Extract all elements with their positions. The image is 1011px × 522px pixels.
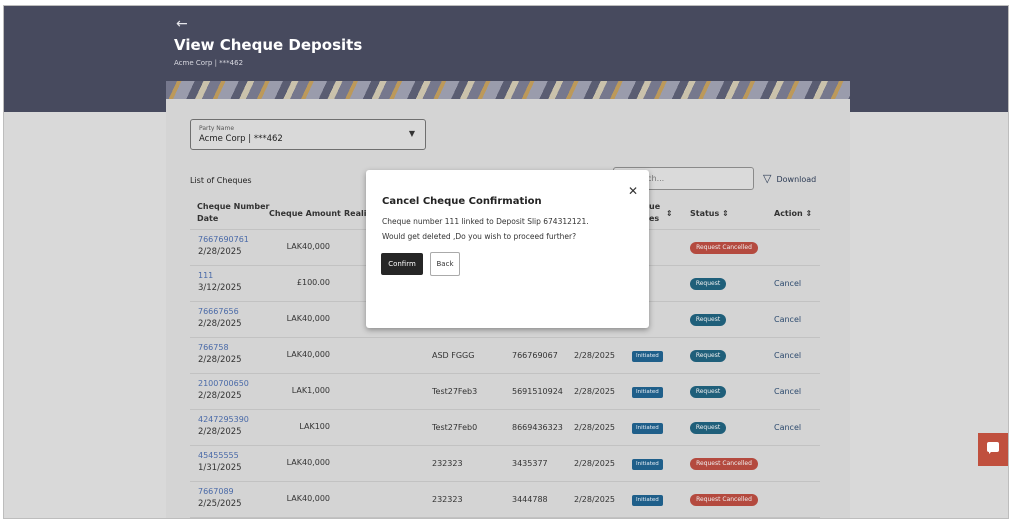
cancel-link[interactable]: Cancel bbox=[774, 315, 801, 324]
list-title: List of Cheques bbox=[190, 176, 252, 185]
deposit-number: 8669436323 bbox=[512, 423, 563, 432]
cheque-amount: LAK40,000 bbox=[286, 494, 330, 503]
column-cheque-number-line1: Cheque Number bbox=[197, 202, 270, 211]
cancel-confirmation-modal: Cancel Cheque Confirmation ✕ Cheque numb… bbox=[366, 170, 649, 328]
column-action-label: Action bbox=[774, 209, 803, 218]
deposit-number: 3435377 bbox=[512, 459, 548, 468]
modal-title: Cancel Cheque Confirmation bbox=[382, 196, 542, 207]
cheque-number-link[interactable]: 7667089 bbox=[198, 487, 234, 496]
sort-icon: ⇕ bbox=[805, 209, 813, 218]
party-name-select[interactable]: Party Name Acme Corp | ***462 ▼ bbox=[190, 119, 426, 150]
column-status[interactable]: Status ⇕ bbox=[690, 209, 729, 218]
chat-icon bbox=[987, 442, 999, 454]
close-icon[interactable]: ✕ bbox=[628, 184, 638, 198]
row-divider bbox=[190, 409, 820, 410]
deposit-slip-ref: 232323 bbox=[432, 459, 463, 468]
deposit-date: 2/28/2025 bbox=[574, 459, 616, 468]
deposit-date: 2/28/2025 bbox=[574, 387, 616, 396]
chevron-down-icon: ▼ bbox=[408, 129, 415, 138]
column-status-label: Status bbox=[690, 209, 720, 218]
row-divider bbox=[190, 445, 820, 446]
column-type-line1: ue bbox=[649, 202, 661, 211]
modal-message-line1: Cheque number 111 linked to Deposit Slip… bbox=[382, 217, 589, 226]
cheque-number-link[interactable]: 766758 bbox=[198, 343, 229, 352]
deposit-date: 2/28/2025 bbox=[574, 351, 616, 360]
column-action[interactable]: Action ⇕ bbox=[774, 209, 812, 218]
cheque-number-link[interactable]: 76667656 bbox=[198, 307, 239, 316]
cancel-link[interactable]: Cancel bbox=[774, 423, 801, 432]
cheque-amount: LAK40,000 bbox=[286, 242, 330, 251]
cheque-date: 2/28/2025 bbox=[198, 427, 242, 437]
filter-icon: ▽ bbox=[763, 172, 772, 185]
cheque-date: 3/12/2025 bbox=[198, 283, 242, 293]
cancel-link[interactable]: Cancel bbox=[774, 279, 801, 288]
status-badge: Request bbox=[690, 422, 726, 434]
deposit-slip-ref: ASD FGGG bbox=[432, 351, 475, 360]
modal-message-line2: Would get deleted ,Do you wish to procee… bbox=[382, 232, 577, 241]
cancel-link[interactable]: Cancel bbox=[774, 351, 801, 360]
party-name-value: Acme Corp | ***462 bbox=[199, 134, 283, 144]
cheque-date: 2/25/2025 bbox=[198, 499, 242, 509]
column-type-fragment[interactable]: ue es bbox=[649, 202, 660, 223]
row-divider bbox=[190, 481, 820, 482]
cheque-number-link[interactable]: 7667690761 bbox=[198, 235, 249, 244]
cheque-date: 1/31/2025 bbox=[198, 463, 242, 473]
chat-button[interactable] bbox=[978, 433, 1008, 466]
initiated-badge: Initiated bbox=[632, 351, 663, 362]
status-badge: Request Cancelled bbox=[690, 494, 758, 506]
deposit-number: 3444788 bbox=[512, 495, 548, 504]
sort-icon[interactable]: ⇕ bbox=[666, 209, 673, 218]
cheque-amount: LAK40,000 bbox=[286, 458, 330, 467]
deposit-number: 5691510924 bbox=[512, 387, 563, 396]
row-divider bbox=[190, 337, 820, 338]
cheque-number-link[interactable]: 45455555 bbox=[198, 451, 239, 460]
column-cheque-amount[interactable]: Cheque Amount bbox=[269, 209, 341, 218]
deposit-slip-ref: 232323 bbox=[432, 495, 463, 504]
status-badge: Request bbox=[690, 278, 726, 290]
cheque-number-link[interactable]: 111 bbox=[198, 271, 213, 280]
deposit-number: 766769067 bbox=[512, 351, 558, 360]
sort-icon: ⇕ bbox=[722, 209, 729, 218]
status-badge: Request bbox=[690, 314, 726, 326]
download-button[interactable]: ▽ Download bbox=[763, 172, 816, 185]
column-type-line2: es bbox=[649, 214, 660, 223]
initiated-badge: Initiated bbox=[632, 459, 663, 470]
cancel-link[interactable]: Cancel bbox=[774, 387, 801, 396]
app-frame: ← View Cheque Deposits Acme Corp | ***46… bbox=[3, 5, 1009, 519]
initiated-badge: Initiated bbox=[632, 423, 663, 434]
arrow-left-icon[interactable]: ← bbox=[176, 16, 188, 32]
party-subtitle: Acme Corp | ***462 bbox=[174, 59, 244, 67]
initiated-badge: Initiated bbox=[632, 495, 663, 506]
deposit-date: 2/28/2025 bbox=[574, 423, 616, 432]
cheque-date: 2/28/2025 bbox=[198, 247, 242, 257]
confirm-button[interactable]: Confirm bbox=[381, 253, 423, 275]
cheque-amount: LAK40,000 bbox=[286, 314, 330, 323]
column-cheque-number-line2: Date bbox=[197, 214, 219, 223]
status-badge: Request Cancelled bbox=[690, 458, 758, 470]
download-label: Download bbox=[776, 175, 817, 184]
cheque-date: 2/28/2025 bbox=[198, 319, 242, 329]
cheque-amount: £100.00 bbox=[296, 278, 330, 287]
initiated-badge: Initiated bbox=[632, 387, 663, 398]
cheque-amount: LAK100 bbox=[299, 422, 330, 431]
column-cheque-number[interactable]: Cheque Number Date bbox=[197, 202, 269, 223]
deposit-date: 2/28/2025 bbox=[574, 495, 616, 504]
page-title: View Cheque Deposits bbox=[174, 36, 363, 54]
back-button[interactable]: Back bbox=[430, 252, 460, 276]
cheque-date: 2/28/2025 bbox=[198, 355, 242, 365]
status-badge: Request Cancelled bbox=[690, 242, 758, 254]
cheque-amount: LAK1,000 bbox=[291, 386, 330, 395]
row-divider bbox=[190, 517, 820, 518]
cheque-amount: LAK40,000 bbox=[286, 350, 330, 359]
status-badge: Request bbox=[690, 350, 726, 362]
cheque-number-link[interactable]: 4247295390 bbox=[198, 415, 249, 424]
status-badge: Request bbox=[690, 386, 726, 398]
row-divider bbox=[190, 373, 820, 374]
party-name-label: Party Name bbox=[199, 125, 235, 132]
deposit-slip-ref: Test27Feb3 bbox=[432, 387, 478, 396]
deposit-slip-ref: Test27Feb0 bbox=[432, 423, 478, 432]
cheque-number-link[interactable]: 2100700650 bbox=[198, 379, 249, 388]
cheque-date: 2/28/2025 bbox=[198, 391, 242, 401]
